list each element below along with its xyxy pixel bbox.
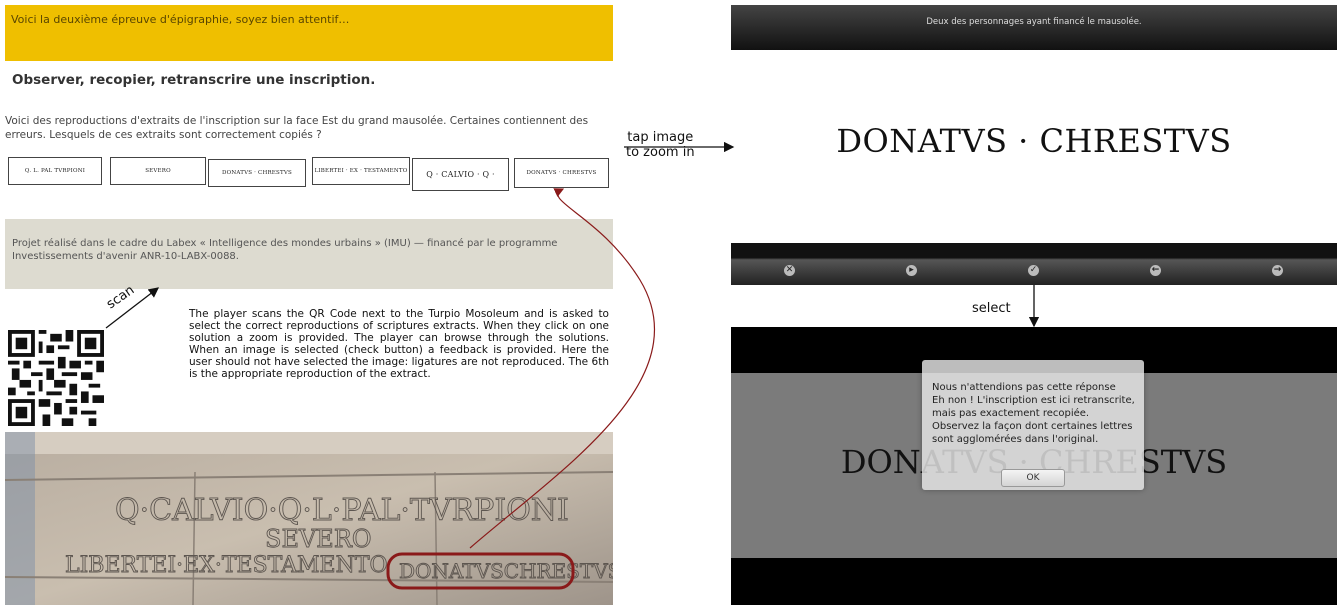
tap-annotation: tap image to zoom in [626,130,695,160]
mausoleum-photo: Q·CALVIO·Q·L·PAL·TVRPIONI SEVERO LIBERTE… [5,432,613,605]
feedback-bottom-bar [731,558,1337,605]
previous-icon[interactable]: ← [1150,265,1161,276]
close-icon[interactable]: ✕ [784,265,795,276]
photo-line-4: DONATVSCHRESTVS [399,559,613,583]
play-icon[interactable]: ▸ [906,265,917,276]
check-icon[interactable]: ✓ [1028,265,1039,276]
activity-title: Observer, recopier, retranscrire une ins… [12,72,376,88]
next-icon[interactable]: → [1272,265,1283,276]
choice-thumbnail-1[interactable]: Q. L. PAL TVRPIONI [8,157,102,185]
workflow-description: The player scans the QR Code next to the… [189,308,609,380]
choice-thumbnail-6[interactable]: DONATVS · CHRESTVS [514,158,609,188]
feedback-line-2: Eh non ! L'inscription est ici retranscr… [932,395,1135,419]
feedback-line-1: Nous n'attendions pas cette réponse [932,382,1116,393]
feedback-line-3: Observez la façon dont certaines lettres… [932,421,1133,445]
photo-line-1: Q·CALVIO·Q·L·PAL·TVRPIONI [115,493,569,528]
zoom-inscription[interactable]: DONATVS · CHRESTVS [731,122,1337,160]
choice-thumbnail-3[interactable]: DONATVS · CHRESTVS [208,159,306,187]
zoom-caption: Deux des personnages ayant financé le ma… [926,17,1142,27]
choice-thumbnail-4[interactable]: LIBERTEI · EX · TESTAMENTO [312,157,410,185]
photo-line-3: LIBERTEI·EX·TESTAMENTO [65,553,388,578]
ok-button[interactable]: OK [1001,469,1065,487]
choice-thumbnail-2[interactable]: SEVERO [110,157,206,185]
feedback-dialog-text: Nous n'attendions pas cette réponse Eh n… [932,381,1137,446]
tap-annotation-line1: tap image [627,130,694,145]
zoom-toolbar [731,243,1337,285]
banner-text: Voici la deuxième épreuve d'épigraphie, … [11,13,350,26]
zoom-header [731,5,1337,50]
photo-line-2: SEVERO [265,525,372,553]
select-annotation: select [972,301,1011,316]
choice-thumbnail-5[interactable]: Q · CALVIO · Q · [412,158,509,191]
footer-text: Projet réalisé dans le cadre du Labex « … [12,238,558,262]
project-footer: Projet réalisé dans le cadre du Labex « … [5,219,613,289]
qr-code-icon [8,330,104,426]
activity-intro: Voici des reproductions d'extraits de l'… [5,115,589,141]
activity-banner: Voici la deuxième épreuve d'épigraphie, … [5,5,613,61]
tap-annotation-line2: to zoom in [626,145,695,160]
